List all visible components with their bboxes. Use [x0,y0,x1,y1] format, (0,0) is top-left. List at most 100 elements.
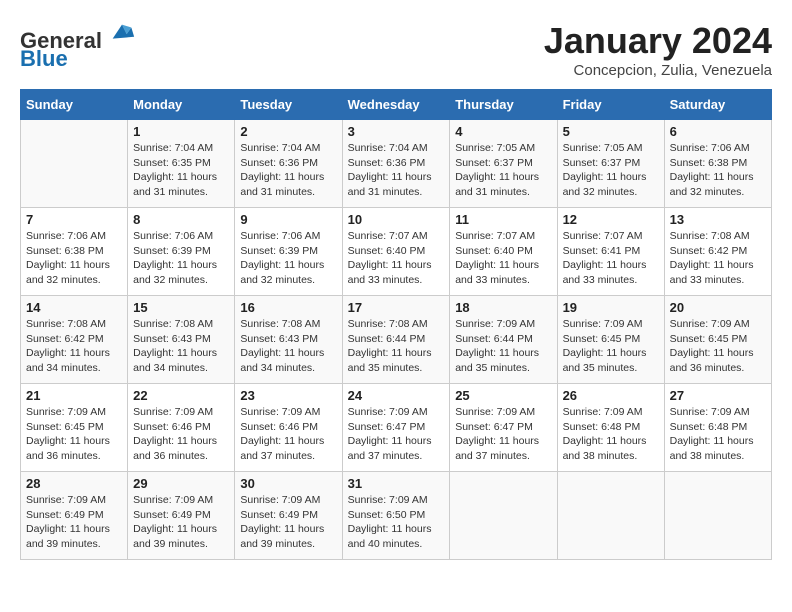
day-cell: 11 Sunrise: 7:07 AMSunset: 6:40 PMDayligh… [450,208,557,296]
day-cell [21,120,128,208]
day-info: Sunrise: 7:09 AMSunset: 6:50 PMDaylight:… [348,493,445,552]
title-block: January 2024 Concepcion, Zulia, Venezuel… [544,20,772,79]
day-number: 17 [348,300,445,315]
day-number: 23 [240,388,336,403]
day-number: 18 [455,300,551,315]
logo-text: General Blue [20,20,136,72]
day-cell: 13 Sunrise: 7:08 AMSunset: 6:42 PMDayligh… [664,208,771,296]
day-number: 31 [348,476,445,491]
day-info: Sunrise: 7:06 AMSunset: 6:39 PMDaylight:… [133,229,229,288]
day-number: 6 [670,124,766,139]
day-info: Sunrise: 7:09 AMSunset: 6:45 PMDaylight:… [26,405,122,464]
day-cell [664,472,771,560]
month-title: January 2024 [544,20,772,62]
week-row-1: 1Sunrise: 7:04 AMSunset: 6:35 PMDaylight… [21,120,772,208]
day-cell [450,472,557,560]
day-number: 3 [348,124,445,139]
day-number: 1 [133,124,229,139]
day-number: 14 [26,300,122,315]
day-info: Sunrise: 7:09 AMSunset: 6:49 PMDaylight:… [133,493,229,552]
day-info: Sunrise: 7:09 AMSunset: 6:44 PMDaylight:… [455,317,551,376]
day-info: Sunrise: 7:07 AMSunset: 6:40 PMDaylight:… [348,229,445,288]
logo: General Blue [20,20,136,72]
week-row-5: 28Sunrise: 7:09 AMSunset: 6:49 PMDayligh… [21,472,772,560]
day-info: Sunrise: 7:09 AMSunset: 6:49 PMDaylight:… [240,493,336,552]
day-cell: 30 Sunrise: 7:09 AMSunset: 6:49 PMDayligh… [235,472,342,560]
week-row-4: 21 Sunrise: 7:09 AMSunset: 6:45 PMDayligh… [21,384,772,472]
day-info: Sunrise: 7:08 AMSunset: 6:44 PMDaylight:… [348,317,445,376]
day-cell: 22Sunrise: 7:09 AMSunset: 6:46 PMDayligh… [128,384,235,472]
logo-bird-icon [108,20,136,48]
day-info: Sunrise: 7:05 AMSunset: 6:37 PMDaylight:… [455,141,551,200]
header-day-monday: Monday [128,90,235,120]
day-cell: 12Sunrise: 7:07 AMSunset: 6:41 PMDayligh… [557,208,664,296]
day-cell: 6Sunrise: 7:06 AMSunset: 6:38 PMDaylight… [664,120,771,208]
day-info: Sunrise: 7:05 AMSunset: 6:37 PMDaylight:… [563,141,659,200]
day-cell: 20Sunrise: 7:09 AMSunset: 6:45 PMDayligh… [664,296,771,384]
header-day-wednesday: Wednesday [342,90,450,120]
header-day-friday: Friday [557,90,664,120]
calendar-body: 1Sunrise: 7:04 AMSunset: 6:35 PMDaylight… [21,120,772,560]
day-number: 26 [563,388,659,403]
day-cell: 1Sunrise: 7:04 AMSunset: 6:35 PMDaylight… [128,120,235,208]
calendar-header: SundayMondayTuesdayWednesdayThursdayFrid… [21,90,772,120]
day-info: Sunrise: 7:09 AMSunset: 6:46 PMDaylight:… [240,405,336,464]
day-info: Sunrise: 7:09 AMSunset: 6:48 PMDaylight:… [670,405,766,464]
day-cell: 27 Sunrise: 7:09 AMSunset: 6:48 PMDayligh… [664,384,771,472]
day-cell: 21 Sunrise: 7:09 AMSunset: 6:45 PMDayligh… [21,384,128,472]
day-info: Sunrise: 7:04 AMSunset: 6:36 PMDaylight:… [348,141,445,200]
header-day-thursday: Thursday [450,90,557,120]
day-number: 20 [670,300,766,315]
day-number: 29 [133,476,229,491]
day-cell: 25Sunrise: 7:09 AMSunset: 6:47 PMDayligh… [450,384,557,472]
day-info: Sunrise: 7:08 AMSunset: 6:42 PMDaylight:… [670,229,766,288]
page-header: General Blue January 2024 Concepcion, Zu… [20,20,772,79]
day-info: Sunrise: 7:06 AMSunset: 6:39 PMDaylight:… [240,229,336,288]
day-cell: 8Sunrise: 7:06 AMSunset: 6:39 PMDaylight… [128,208,235,296]
day-cell: 19 Sunrise: 7:09 AMSunset: 6:45 PMDayligh… [557,296,664,384]
day-info: Sunrise: 7:08 AMSunset: 6:42 PMDaylight:… [26,317,122,376]
day-cell: 17 Sunrise: 7:08 AMSunset: 6:44 PMDayligh… [342,296,450,384]
day-number: 25 [455,388,551,403]
day-info: Sunrise: 7:04 AMSunset: 6:36 PMDaylight:… [240,141,336,200]
day-number: 4 [455,124,551,139]
day-number: 30 [240,476,336,491]
day-info: Sunrise: 7:08 AMSunset: 6:43 PMDaylight:… [133,317,229,376]
day-cell: 2 Sunrise: 7:04 AMSunset: 6:36 PMDaylight… [235,120,342,208]
day-number: 11 [455,212,551,227]
day-cell: 23 Sunrise: 7:09 AMSunset: 6:46 PMDayligh… [235,384,342,472]
day-info: Sunrise: 7:06 AMSunset: 6:38 PMDaylight:… [26,229,122,288]
location-subtitle: Concepcion, Zulia, Venezuela [544,62,772,79]
day-number: 9 [240,212,336,227]
day-cell: 5 Sunrise: 7:05 AMSunset: 6:37 PMDaylight… [557,120,664,208]
day-cell [557,472,664,560]
day-cell: 29 Sunrise: 7:09 AMSunset: 6:49 PMDayligh… [128,472,235,560]
day-info: Sunrise: 7:09 AMSunset: 6:45 PMDaylight:… [563,317,659,376]
day-number: 22 [133,388,229,403]
header-day-sunday: Sunday [21,90,128,120]
day-number: 21 [26,388,122,403]
day-info: Sunrise: 7:07 AMSunset: 6:40 PMDaylight:… [455,229,551,288]
day-cell: 28Sunrise: 7:09 AMSunset: 6:49 PMDayligh… [21,472,128,560]
day-number: 2 [240,124,336,139]
day-number: 7 [26,212,122,227]
day-info: Sunrise: 7:07 AMSunset: 6:41 PMDaylight:… [563,229,659,288]
day-cell: 10 Sunrise: 7:07 AMSunset: 6:40 PMDayligh… [342,208,450,296]
day-cell: 31 Sunrise: 7:09 AMSunset: 6:50 PMDayligh… [342,472,450,560]
day-cell: 26 Sunrise: 7:09 AMSunset: 6:48 PMDayligh… [557,384,664,472]
day-number: 13 [670,212,766,227]
day-cell: 16 Sunrise: 7:08 AMSunset: 6:43 PMDayligh… [235,296,342,384]
day-info: Sunrise: 7:09 AMSunset: 6:48 PMDaylight:… [563,405,659,464]
day-cell: 18 Sunrise: 7:09 AMSunset: 6:44 PMDayligh… [450,296,557,384]
day-number: 24 [348,388,445,403]
day-number: 15 [133,300,229,315]
day-number: 5 [563,124,659,139]
week-row-3: 14 Sunrise: 7:08 AMSunset: 6:42 PMDayligh… [21,296,772,384]
day-number: 19 [563,300,659,315]
day-info: Sunrise: 7:08 AMSunset: 6:43 PMDaylight:… [240,317,336,376]
day-number: 27 [670,388,766,403]
day-number: 16 [240,300,336,315]
day-cell: 4 Sunrise: 7:05 AMSunset: 6:37 PMDaylight… [450,120,557,208]
day-number: 10 [348,212,445,227]
header-day-saturday: Saturday [664,90,771,120]
